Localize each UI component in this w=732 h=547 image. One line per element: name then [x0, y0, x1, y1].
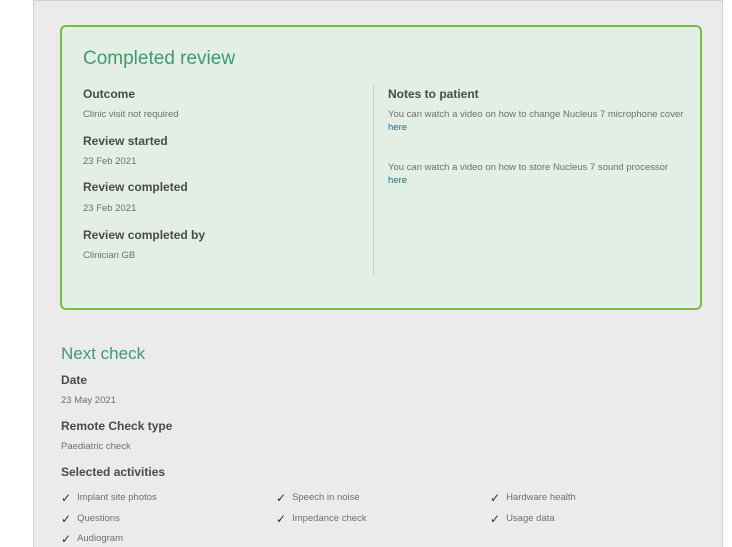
review-completed-by-value: Clinician GB [83, 250, 136, 261]
activity-item: ✓ Hardware health [490, 490, 576, 505]
notes-to-patient-label: Notes to patient [388, 87, 479, 101]
review-started-value: 23 Feb 2021 [83, 156, 137, 167]
activity-label: Audiogram [77, 533, 124, 544]
completed-review-title: Completed review [83, 48, 236, 69]
check-icon: ✓ [61, 511, 72, 526]
selected-activities-label: Selected activities [61, 465, 166, 479]
outcome-label: Outcome [83, 87, 136, 101]
outcome-value: Clinic visit not required [83, 109, 179, 120]
activity-item: ✓ Questions [61, 511, 120, 526]
activity-label: Speech in noise [292, 492, 360, 503]
check-icon: ✓ [490, 511, 501, 526]
check-icon: ✓ [61, 490, 72, 505]
patient-note-text: You can watch a video on how to change N… [388, 109, 684, 120]
activity-label: Questions [77, 513, 120, 524]
remote-check-type-value: Paediatric check [61, 441, 131, 452]
activity-item: ✓ Audiogram [61, 531, 124, 546]
activity-label: Usage data [506, 513, 555, 524]
video-link[interactable]: here [388, 175, 407, 186]
column-divider [373, 85, 374, 275]
activity-item: ✓ Implant site photos [61, 490, 157, 505]
review-completed-value: 23 Feb 2021 [83, 203, 137, 214]
patient-note: You can watch a video on how to change N… [388, 108, 688, 134]
activity-item: ✓ Usage data [490, 511, 555, 526]
patient-note: You can watch a video on how to store Nu… [388, 161, 688, 187]
date-value: 23 May 2021 [61, 395, 116, 406]
activity-label: Hardware health [506, 492, 576, 503]
next-check-title: Next check [61, 344, 146, 363]
patient-note-text: You can watch a video on how to store Nu… [388, 162, 669, 173]
check-icon: ✓ [61, 531, 72, 546]
date-label: Date [61, 373, 88, 387]
activity-label: Implant site photos [77, 492, 157, 503]
activity-item: ✓ Impedance check [276, 511, 367, 526]
check-icon: ✓ [490, 490, 501, 505]
review-started-label: Review started [83, 134, 168, 148]
activity-label: Impedance check [292, 513, 367, 524]
review-completed-label: Review completed [83, 180, 188, 194]
activity-item: ✓ Speech in noise [276, 490, 360, 505]
remote-check-type-label: Remote Check type [61, 419, 173, 433]
check-icon: ✓ [276, 511, 287, 526]
check-icon: ✓ [276, 490, 287, 505]
review-completed-by-label: Review completed by [83, 228, 206, 242]
video-link[interactable]: here [388, 122, 407, 133]
